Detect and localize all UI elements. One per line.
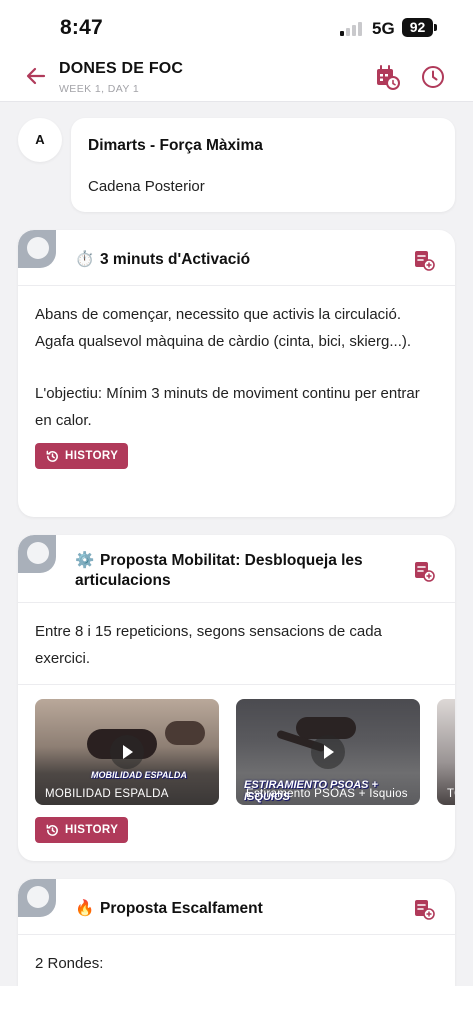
clock-icon[interactable] [419,63,447,91]
day-label-avatar: A [18,118,62,162]
history-button[interactable]: HISTORY [35,817,129,843]
add-note-icon[interactable] [413,560,435,582]
page-subtitle: WEEK 1, DAY 1 [59,83,140,95]
day-card[interactable]: Dimarts - Força Màxima Cadena Posterior [71,118,455,212]
signal-icon [340,22,366,36]
section-card-activation: ⏱️ 3 minuts d'Activació Abans de començar… [18,230,455,517]
section-text: Entre 8 i 15 repeticions, segons sensaci… [35,623,382,667]
section-title: ⏱️ 3 minuts d'Activació [75,251,251,268]
section-title: 🔥 Proposta Escalfament [75,900,263,917]
stopwatch-icon: ⏱️ [75,251,95,268]
video-label: TO [447,788,455,800]
section-text: L'objectiu: Mínim 3 minuts de moviment c… [35,385,420,429]
network-type: 5G [372,19,395,38]
bottom-fade [0,986,473,1024]
video-thumbnail[interactable]: MOBILIDAD ESPALDA MOBILIDAD ESPALDA [35,699,219,805]
video-thumbnail[interactable]: TO [437,699,455,805]
history-icon [46,824,58,836]
app-header: DONES DE FOC WEEK 1, DAY 1 [0,52,473,102]
section-card-mobility: ⚙️ Proposta Mobilitat: Desbloqueja les ar… [18,535,455,861]
calendar-clock-icon[interactable] [373,63,401,91]
add-note-icon[interactable] [413,898,435,920]
status-time: 8:47 [60,16,103,39]
section-title: ⚙️ Proposta Mobilitat: Desbloqueja les ar… [75,552,363,589]
gear-icon: ⚙️ [75,552,95,569]
play-icon [311,735,345,769]
section-text: 2 Rondes: [35,955,104,972]
page-title: DONES DE FOC [59,60,184,77]
video-label: Estiramento PSOAS + Isquios [246,788,408,800]
status-bar: 8:47 5G 92 [0,0,473,52]
history-icon [46,450,58,462]
video-label: MOBILIDAD ESPALDA [45,788,169,800]
section-text: Abans de començar, necessito que activis… [35,306,412,350]
video-thumbnail[interactable]: ESTIRAMIENTO PSOAS + ISQUIOS Estiramento… [236,699,420,805]
history-button[interactable]: HISTORY [35,443,129,469]
arrow-left-icon[interactable] [24,64,48,88]
day-title: Dimarts - Força Màxima [88,137,263,154]
fire-icon: 🔥 [75,900,95,917]
video-carousel[interactable]: MOBILIDAD ESPALDA MOBILIDAD ESPALDA ESTI… [35,699,455,805]
add-note-icon[interactable] [413,249,435,271]
battery-icon: 92 [402,18,433,37]
day-subtitle: Cadena Posterior [88,178,205,195]
play-icon [110,735,144,769]
